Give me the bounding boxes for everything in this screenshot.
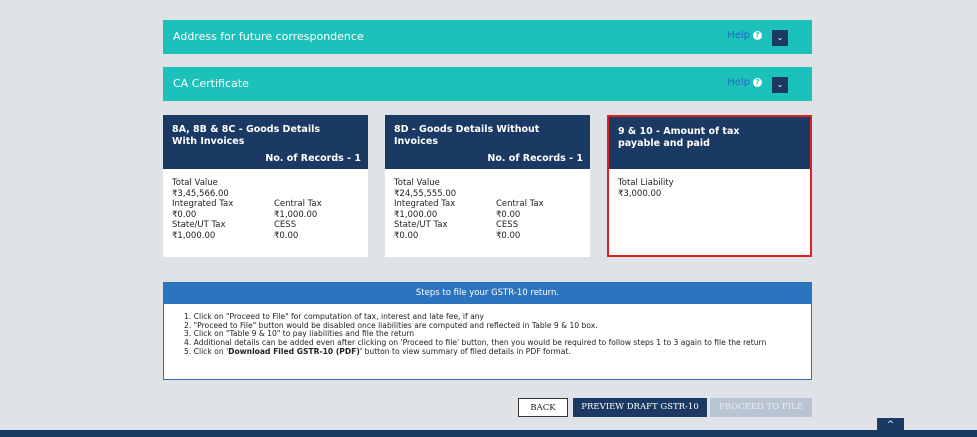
sgst-label: State/UT Tax [394,220,448,230]
tile-body: Total Liability ₹3,000.00 [609,169,810,199]
igst-value: ₹0.00 [172,209,197,220]
total-liability-value: ₹3,000.00 [618,188,662,199]
tile-goods-without-invoices[interactable]: 8D - Goods Details Without Invoices No. … [385,115,590,257]
step5-suffix: button to view summary of filed details … [362,346,571,356]
tile-header: 8A, 8B & 8C - Goods Details With Invoice… [163,115,368,169]
help-icon: ? [753,77,762,87]
help-label: Help [727,77,750,88]
help-icon: ? [753,30,762,40]
steps-heading: Steps to file your GSTR-10 return. [164,283,811,304]
ca-panel-title: CA Certificate [173,77,249,90]
tile-header: 9 & 10 - Amount of tax payable and paid [609,117,810,169]
tile-body: Total Value ₹3,45,566.00 Integrated Tax C… [163,169,368,241]
back-button[interactable]: BACK [518,398,568,417]
total-value-label: Total Value [394,178,440,188]
cess-label: CESS [274,220,297,230]
step-item: 5. Click on 'Download Filed GSTR-10 (PDF… [184,346,811,357]
cgst-label: Central Tax [274,199,322,209]
preview-draft-button[interactable]: PREVIEW DRAFT GSTR-10 [573,398,707,417]
igst-value: ₹1,000.00 [394,209,438,220]
ca-certificate-panel[interactable]: CA Certificate Help? ⌄ [163,67,812,101]
address-panel-title: Address for future correspondence [173,30,364,43]
chevron-down-icon[interactable]: ⌄ [772,77,788,93]
step5-bold: Download Filed GSTR-10 (PDF)' [228,346,363,356]
total-liability-label: Total Liability [618,178,674,188]
help-label: Help [727,30,750,41]
steps-box: Steps to file your GSTR-10 return. 1. Cl… [163,282,812,380]
sgst-value: ₹1,000.00 [172,230,216,241]
step5-prefix: 5. Click on ' [184,346,229,356]
total-value: ₹24,55,555.00 [394,188,457,199]
steps-list: 1. Click on "Proceed to File" for comput… [164,304,811,357]
sgst-value: ₹0.00 [394,230,419,241]
records-count: No. of Records - 1 [487,153,583,164]
cgst-value: ₹0.00 [496,209,521,220]
tile-title: 8D - Goods Details Without Invoices [394,124,540,147]
total-value-label: Total Value [172,178,218,188]
cgst-label: Central Tax [496,199,544,209]
cess-value: ₹0.00 [496,230,521,241]
total-value: ₹3,45,566.00 [172,188,229,199]
tile-body: Total Value ₹24,55,555.00 Integrated Tax… [385,169,590,241]
tile-header: 8D - Goods Details Without Invoices No. … [385,115,590,169]
address-panel[interactable]: Address for future correspondence Help? … [163,20,812,54]
sgst-label: State/UT Tax [172,220,226,230]
records-count: No. of Records - 1 [265,153,361,164]
ca-help-link[interactable]: Help? [727,77,762,88]
chevron-down-icon[interactable]: ⌄ [772,30,788,46]
cess-label: CESS [496,220,519,230]
tile-title: 9 & 10 - Amount of tax payable and paid [618,126,740,149]
cess-value: ₹0.00 [274,230,299,241]
cgst-value: ₹1,000.00 [274,209,318,220]
tile-title: 8A, 8B & 8C - Goods Details With Invoice… [172,124,321,147]
tile-goods-with-invoices[interactable]: 8A, 8B & 8C - Goods Details With Invoice… [163,115,368,257]
address-help-link[interactable]: Help? [727,30,762,41]
igst-label: Integrated Tax [394,199,456,209]
igst-label: Integrated Tax [172,199,234,209]
proceed-to-file-button[interactable]: PROCEED TO FILE [710,398,812,417]
tile-tax-payable-paid[interactable]: 9 & 10 - Amount of tax payable and paid … [607,115,812,257]
footer-bar [0,430,977,437]
